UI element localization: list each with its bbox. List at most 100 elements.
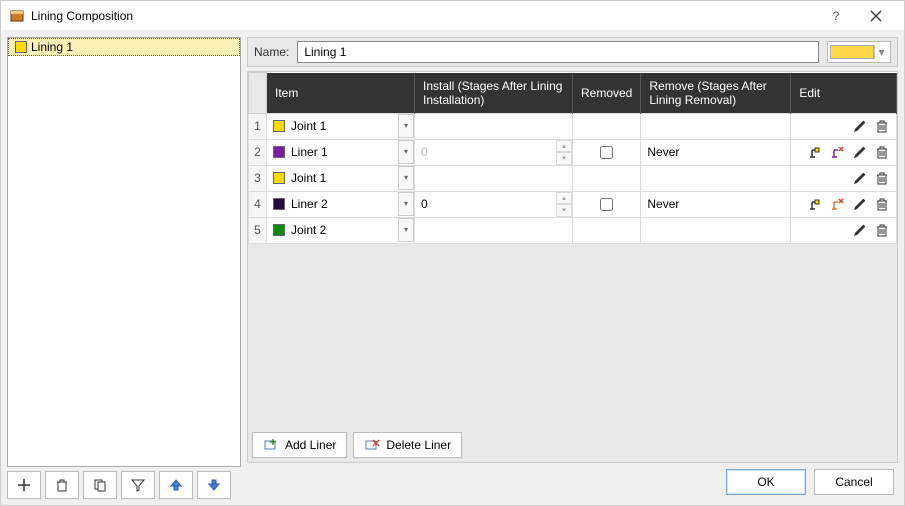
- trash-icon[interactable]: [874, 118, 890, 134]
- remove-value: Never: [641, 197, 790, 211]
- item-cell[interactable]: Joint 1 ▾: [267, 113, 415, 139]
- pile-yellow-icon[interactable]: [808, 144, 824, 160]
- delete-liner-button[interactable]: Delete Liner: [353, 432, 462, 458]
- spinner-up-icon[interactable]: ▴: [556, 140, 572, 153]
- table-row[interactable]: 5Joint 2▾: [249, 217, 897, 243]
- remove-value: Never: [641, 145, 790, 159]
- grid: Item Install (Stages After Lining Instal…: [248, 72, 897, 244]
- trash-icon[interactable]: [874, 196, 890, 212]
- install-spinner[interactable]: ▴▾: [556, 192, 572, 217]
- item-cell[interactable]: Liner 1 ▾: [267, 139, 415, 165]
- tree-item[interactable]: Lining 1: [8, 38, 240, 56]
- item-cell[interactable]: Joint 2 ▾: [267, 217, 415, 243]
- pencil-icon[interactable]: [852, 144, 868, 160]
- pencil-icon[interactable]: [852, 196, 868, 212]
- delete-liner-label: Delete Liner: [386, 438, 451, 452]
- pile-purple-icon[interactable]: [830, 144, 846, 160]
- add-liner-button[interactable]: Add Liner: [252, 432, 347, 458]
- item-dropdown-button[interactable]: ▾: [398, 218, 414, 242]
- pencil-icon[interactable]: [852, 222, 868, 238]
- col-removed[interactable]: Removed: [573, 73, 641, 114]
- removed-cell: [573, 165, 641, 191]
- install-value[interactable]: 0: [415, 140, 556, 165]
- col-item[interactable]: Item: [267, 73, 415, 114]
- grid-buttons: Add Liner Delete Liner: [248, 428, 897, 462]
- content: Lining 1 Name: ▾: [1, 31, 904, 505]
- spinner-down-icon[interactable]: ▾: [556, 204, 572, 217]
- remove-cell: [641, 165, 791, 191]
- table-row[interactable]: 1 Joint 1 ▾: [249, 113, 897, 139]
- move-down-button[interactable]: [197, 471, 231, 499]
- item-cell[interactable]: Joint 1▾: [267, 165, 415, 191]
- move-up-button[interactable]: [159, 471, 193, 499]
- item-name: Joint 1: [291, 119, 326, 133]
- remove-cell: [641, 217, 791, 243]
- spinner-down-icon[interactable]: ▾: [556, 152, 572, 165]
- table-row[interactable]: 3Joint 1▾: [249, 165, 897, 191]
- item-name: Joint 2: [291, 223, 326, 237]
- removed-cell: [573, 217, 641, 243]
- dialog-footer: OK Cancel: [247, 467, 898, 499]
- color-picker-button[interactable]: ▾: [827, 41, 891, 63]
- pile-yellow-icon[interactable]: [808, 196, 824, 212]
- item-swatch-icon: [273, 198, 285, 210]
- trash-icon[interactable]: [874, 222, 890, 238]
- cancel-button[interactable]: Cancel: [814, 469, 894, 495]
- item-dropdown-button[interactable]: ▾: [398, 140, 414, 164]
- name-row: Name: ▾: [247, 37, 898, 67]
- close-button[interactable]: [856, 1, 896, 31]
- app-icon: [9, 8, 25, 24]
- name-label: Name:: [254, 45, 289, 59]
- right-panel: Name: ▾ Item: [247, 37, 898, 499]
- removed-cell: [573, 113, 641, 139]
- col-edit[interactable]: Edit: [791, 73, 897, 114]
- row-number: 4: [249, 191, 267, 217]
- install-cell[interactable]: 0▴▾: [415, 191, 573, 217]
- name-input[interactable]: [297, 41, 819, 63]
- removed-cell[interactable]: [573, 139, 641, 165]
- col-remove[interactable]: Remove (Stages After Lining Removal): [641, 73, 791, 114]
- spinner-up-icon[interactable]: ▴: [556, 192, 572, 205]
- item-name: Liner 2: [291, 197, 328, 211]
- removed-checkbox[interactable]: [600, 146, 613, 159]
- install-value[interactable]: 0: [415, 192, 556, 217]
- help-button[interactable]: ?: [816, 1, 856, 31]
- item-swatch-icon: [273, 120, 285, 132]
- delete-liner-icon: [364, 437, 380, 453]
- trash-icon[interactable]: [874, 170, 890, 186]
- pile-orange-icon[interactable]: [830, 196, 846, 212]
- edit-cell: [791, 191, 897, 217]
- left-panel: Lining 1: [7, 37, 241, 499]
- col-install[interactable]: Install (Stages After Lining Installatio…: [415, 73, 573, 114]
- table-row[interactable]: 2Liner 1▾0▴▾Never: [249, 139, 897, 165]
- table-row[interactable]: 4Liner 2▾0▴▾Never: [249, 191, 897, 217]
- grid-area: Item Install (Stages After Lining Instal…: [247, 71, 898, 463]
- trash-icon[interactable]: [874, 144, 890, 160]
- edit-cell: [791, 165, 897, 191]
- lining-tree[interactable]: Lining 1: [7, 37, 241, 467]
- add-button[interactable]: [7, 471, 41, 499]
- row-number: 1: [249, 113, 267, 139]
- item-cell[interactable]: Liner 2 ▾: [267, 191, 415, 217]
- row-number: 3: [249, 165, 267, 191]
- pencil-icon[interactable]: [852, 170, 868, 186]
- delete-button[interactable]: [45, 471, 79, 499]
- color-swatch: [830, 45, 874, 59]
- install-cell: [415, 165, 573, 191]
- ok-button[interactable]: OK: [726, 469, 806, 495]
- item-dropdown-button[interactable]: ▾: [398, 114, 414, 138]
- removed-checkbox[interactable]: [600, 198, 613, 211]
- item-dropdown-button[interactable]: ▾: [398, 192, 414, 216]
- install-cell: [415, 113, 573, 139]
- item-name: Liner 1: [291, 145, 328, 159]
- install-cell[interactable]: 0▴▾: [415, 139, 573, 165]
- remove-cell: Never: [641, 139, 791, 165]
- install-spinner[interactable]: ▴▾: [556, 140, 572, 165]
- edit-cell: [791, 113, 897, 139]
- copy-button[interactable]: [83, 471, 117, 499]
- item-dropdown-button[interactable]: ▾: [398, 166, 414, 190]
- filter-button[interactable]: [121, 471, 155, 499]
- removed-cell[interactable]: [573, 191, 641, 217]
- pencil-icon[interactable]: [852, 118, 868, 134]
- titlebar: Lining Composition ?: [1, 1, 904, 31]
